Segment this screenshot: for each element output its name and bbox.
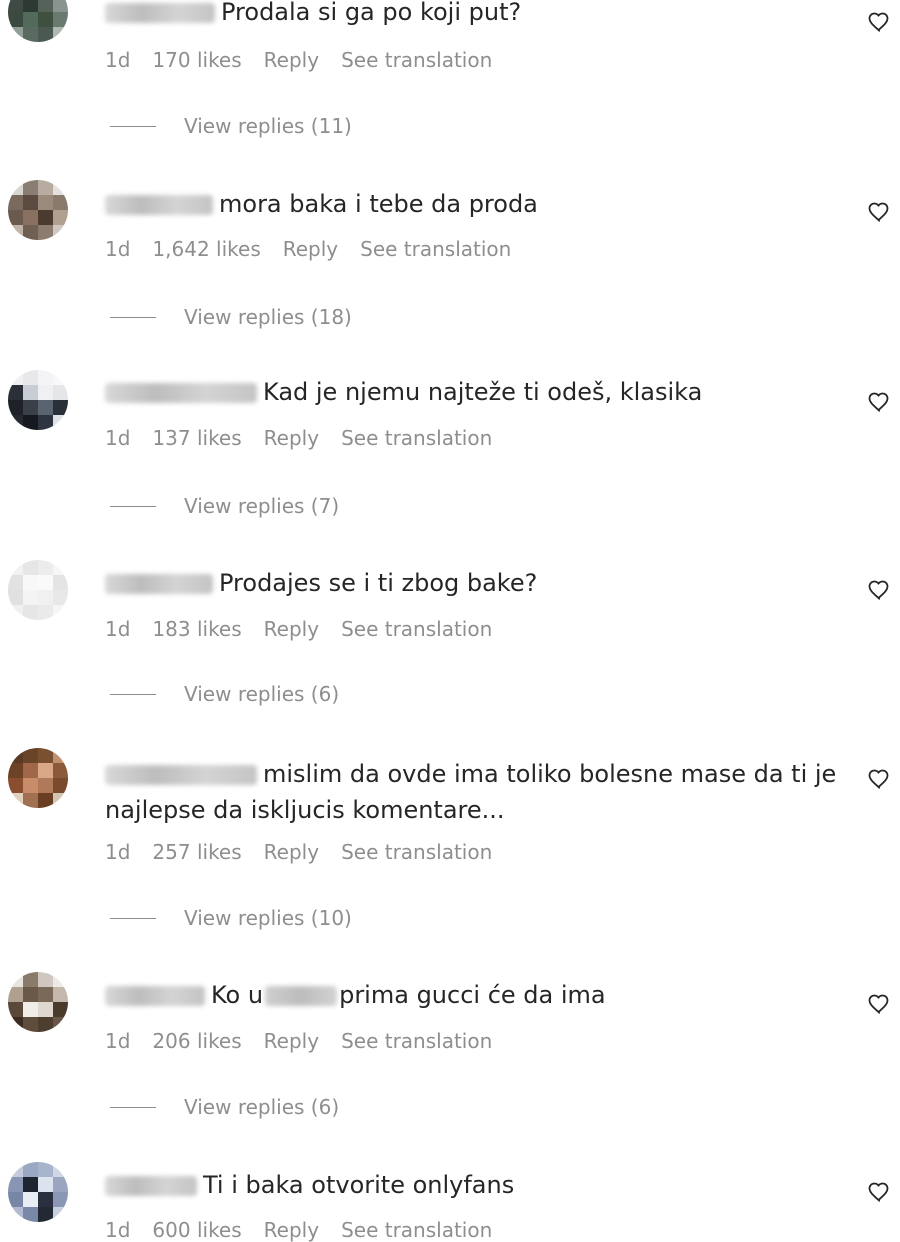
see-translation-button[interactable]: See translation	[341, 426, 492, 450]
like-heart-icon[interactable]	[867, 992, 891, 1016]
view-replies-button[interactable]: View replies (10)	[110, 906, 352, 930]
divider-line	[110, 693, 156, 695]
like-heart-icon[interactable]	[867, 767, 891, 791]
comment-text-line: Ti i baka otvorite onlyfans	[105, 1167, 845, 1203]
view-replies-label: View replies (18)	[184, 305, 352, 329]
comment-time: 1d	[105, 48, 131, 72]
like-count[interactable]: 1,642 likes	[152, 237, 260, 261]
comment-text-line: Prodajes se i ti zbog bake?	[105, 565, 845, 601]
username[interactable]	[105, 986, 205, 1006]
comment-text-line: mora baka i tebe da proda	[105, 186, 845, 222]
comment-meta: 1d 137 likes Reply See translation	[105, 426, 492, 450]
comment-meta: 1d 600 likes Reply See translation	[105, 1218, 492, 1242]
comment-text: Prodajes se i ti zbog bake?	[219, 569, 538, 597]
view-replies-button[interactable]: View replies (18)	[110, 305, 352, 329]
reply-button[interactable]: Reply	[264, 840, 319, 864]
see-translation-button[interactable]: See translation	[341, 48, 492, 72]
avatar[interactable]	[8, 560, 68, 620]
comment-time: 1d	[105, 1029, 131, 1053]
like-heart-icon[interactable]	[867, 1180, 891, 1204]
avatar[interactable]	[8, 748, 68, 808]
avatar[interactable]	[8, 180, 68, 240]
divider-line	[110, 316, 156, 318]
see-translation-button[interactable]: See translation	[341, 840, 492, 864]
see-translation-button[interactable]: See translation	[341, 617, 492, 641]
view-replies-label: View replies (6)	[184, 1095, 340, 1119]
view-replies-button[interactable]: View replies (6)	[110, 1095, 339, 1119]
like-count[interactable]: 137 likes	[152, 426, 241, 450]
comment-text: Kad je njemu najteže ti odeš, klasika	[263, 378, 703, 406]
comments-feed: Prodala si ga po koji put? 1d 170 likes …	[0, 0, 900, 1242]
like-count[interactable]: 600 likes	[152, 1218, 241, 1242]
comment-time: 1d	[105, 617, 131, 641]
see-translation-button[interactable]: See translation	[360, 237, 511, 261]
username[interactable]	[105, 1176, 197, 1196]
view-replies-label: View replies (10)	[184, 906, 352, 930]
divider-line	[110, 1106, 156, 1108]
like-count[interactable]: 183 likes	[152, 617, 241, 641]
see-translation-button[interactable]: See translation	[341, 1218, 492, 1242]
comment-text-line: Ko u prima gucci će da ima	[105, 977, 845, 1013]
comment-meta: 1d 170 likes Reply See translation	[105, 48, 492, 72]
like-heart-icon[interactable]	[867, 10, 891, 34]
comment-text-end: prima gucci će da ima	[339, 981, 606, 1009]
see-translation-button[interactable]: See translation	[341, 1029, 492, 1053]
comment-text-line: Kad je njemu najteže ti odeš, klasika	[105, 374, 845, 410]
reply-button[interactable]: Reply	[264, 1029, 319, 1053]
username[interactable]	[105, 3, 215, 23]
view-replies-button[interactable]: View replies (11)	[110, 114, 352, 138]
username[interactable]	[105, 765, 257, 785]
comment-text: Ti i baka otvorite onlyfans	[203, 1171, 515, 1199]
like-count[interactable]: 257 likes	[152, 840, 241, 864]
like-heart-icon[interactable]	[867, 578, 891, 602]
comment-text: Prodala si ga po koji put?	[221, 0, 522, 26]
avatar[interactable]	[8, 370, 68, 430]
comment-text-start: Ko u	[211, 981, 264, 1009]
like-count[interactable]: 170 likes	[152, 48, 241, 72]
reply-button[interactable]: Reply	[264, 617, 319, 641]
view-replies-button[interactable]: View replies (6)	[110, 682, 339, 706]
like-heart-icon[interactable]	[867, 390, 891, 414]
comment-meta: 1d 183 likes Reply See translation	[105, 617, 492, 641]
comment-text-line: mislim da ovde ima toliko bolesne mase d…	[105, 756, 845, 828]
like-heart-icon[interactable]	[867, 200, 891, 224]
comment-text-line: Prodala si ga po koji put?	[105, 0, 845, 30]
reply-button[interactable]: Reply	[264, 1218, 319, 1242]
reply-button[interactable]: Reply	[264, 48, 319, 72]
divider-line	[110, 505, 156, 507]
comment-time: 1d	[105, 1218, 131, 1242]
avatar[interactable]	[8, 1162, 68, 1222]
comment-text: mora baka i tebe da proda	[219, 190, 538, 218]
username[interactable]	[105, 195, 213, 215]
blurred-word	[265, 986, 338, 1006]
avatar[interactable]	[8, 972, 68, 1032]
comment-meta: 1d 206 likes Reply See translation	[105, 1029, 492, 1053]
view-replies-label: View replies (7)	[184, 494, 340, 518]
view-replies-button[interactable]: View replies (7)	[110, 494, 339, 518]
divider-line	[110, 125, 156, 127]
reply-button[interactable]: Reply	[283, 237, 338, 261]
comment-time: 1d	[105, 426, 131, 450]
avatar[interactable]	[8, 0, 68, 42]
view-replies-label: View replies (11)	[184, 114, 352, 138]
comment-meta: 1d 257 likes Reply See translation	[105, 840, 492, 864]
comment-meta: 1d 1,642 likes Reply See translation	[105, 237, 511, 261]
username[interactable]	[105, 383, 257, 403]
view-replies-label: View replies (6)	[184, 682, 340, 706]
divider-line	[110, 917, 156, 919]
like-count[interactable]: 206 likes	[152, 1029, 241, 1053]
comment-time: 1d	[105, 237, 131, 261]
comment-time: 1d	[105, 840, 131, 864]
username[interactable]	[105, 574, 213, 594]
reply-button[interactable]: Reply	[264, 426, 319, 450]
